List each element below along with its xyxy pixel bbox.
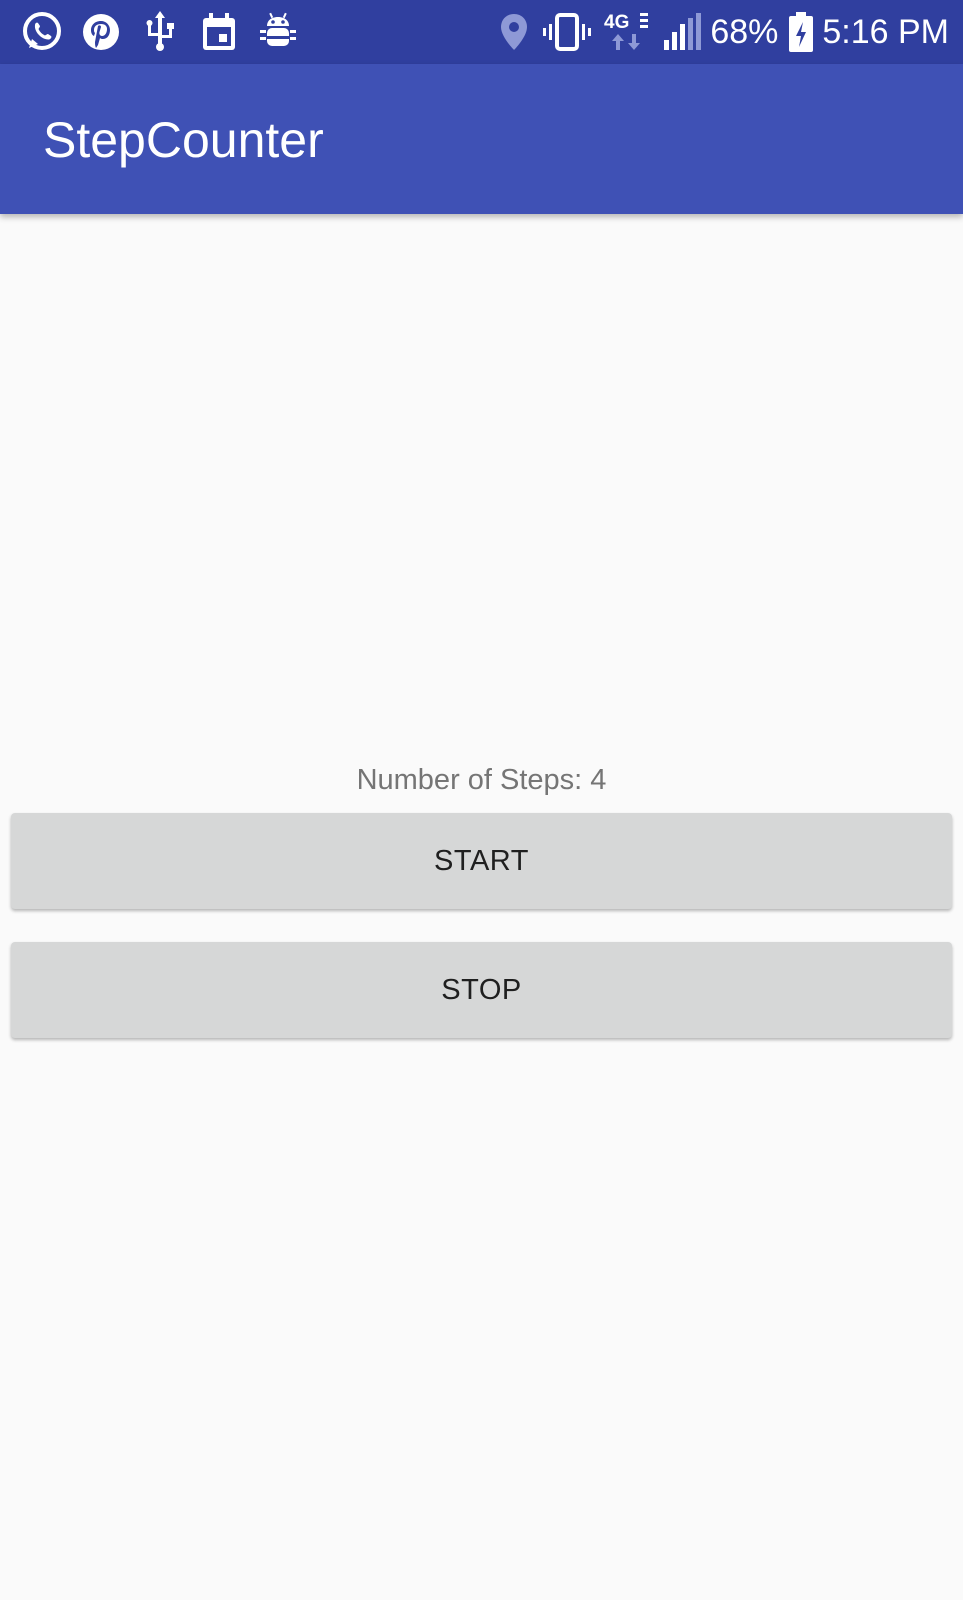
battery-percent: 68% [710,13,779,51]
pinterest-icon [79,10,123,54]
usb-icon [138,10,182,54]
android-debug-icon [256,10,300,54]
app-title: StepCounter [43,112,324,168]
clock: 5:16 PM [822,13,949,51]
whatsapp-icon [20,10,64,54]
4g-lte-icon: 4G [604,10,650,54]
system-status: 4G 68% 5:16 PM [486,8,949,56]
battery-charging-icon [788,10,814,54]
stop-button[interactable]: STOP [11,942,952,1038]
status-bar: 4G 68% 5:16 PM [0,0,963,64]
app-bar: StepCounter [0,64,963,214]
start-button[interactable]: START [11,813,952,909]
step-count-label: Number of Steps: 4 [356,764,607,796]
location-icon [498,10,530,54]
calendar-icon [197,10,241,54]
vibrate-icon [542,10,592,54]
signal-icon [662,10,702,54]
network-type-label: 4G [604,12,629,33]
notification-icons [20,10,315,54]
